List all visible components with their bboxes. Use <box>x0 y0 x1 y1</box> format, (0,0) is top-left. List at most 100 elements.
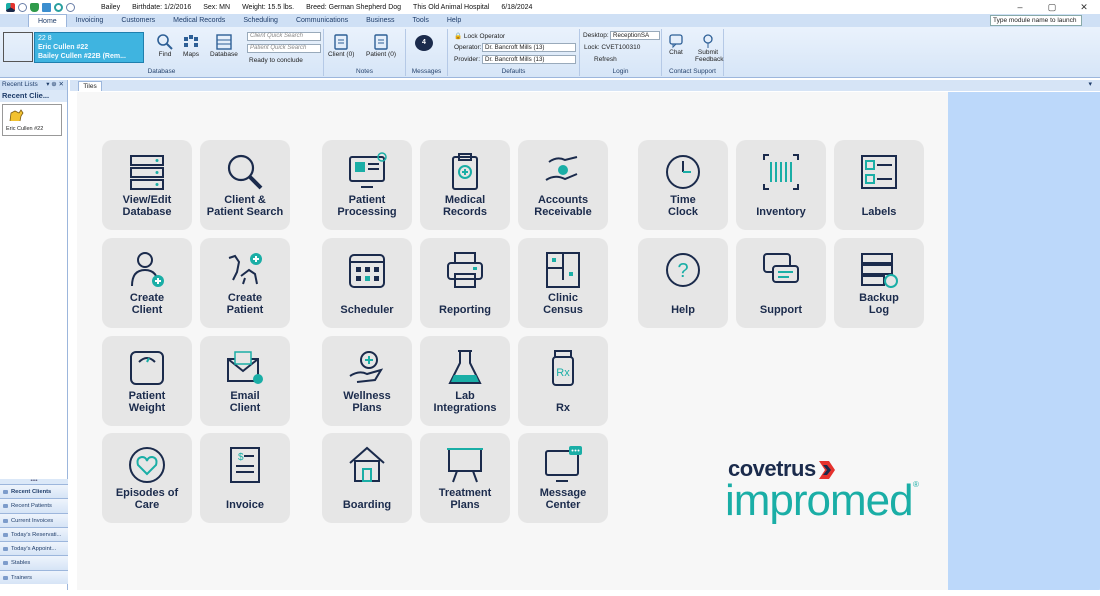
lock-operator-button[interactable]: 🔒 Lock Operator <box>454 32 505 40</box>
tile-create-client[interactable]: Create Client <box>102 238 192 328</box>
search-icon <box>157 34 173 50</box>
nav-recent-clients[interactable]: Recent Clients <box>0 483 68 499</box>
lock-station[interactable]: Lock: CVET100310 <box>584 44 640 51</box>
nav-trainers[interactable]: Trainers <box>0 569 68 584</box>
patient-breed: Breed: German Shepherd Dog <box>306 3 402 11</box>
operator-select[interactable]: Dr. Bancroft Mills (13) <box>482 43 576 52</box>
tab-invoicing[interactable]: Invoicing <box>67 14 113 27</box>
tile-medical-records[interactable]: Medical Records <box>420 140 510 230</box>
recent-client-name: Eric Cullen #22 <box>6 126 44 132</box>
tab-home[interactable]: Home <box>28 14 67 27</box>
tab-tools[interactable]: Tools <box>404 14 438 27</box>
tile-support[interactable]: Support <box>736 238 826 328</box>
svg-text:Rx: Rx <box>556 367 570 379</box>
tile-label: Message Center <box>539 487 587 511</box>
maps-icon <box>184 35 198 47</box>
client-quick-search[interactable]: Client Quick Search <box>247 32 321 41</box>
tile-scheduler[interactable]: Scheduler <box>322 238 412 328</box>
tile-label: Invoice <box>226 499 264 511</box>
tile-episodes-of-care[interactable]: Episodes of Care <box>102 433 192 523</box>
ribbon-group-contact: Chat Submit Feedback Contact Support <box>662 29 724 76</box>
tile-invoice[interactable]: $ Invoice <box>200 433 290 523</box>
messages-button[interactable]: 4 <box>415 35 433 51</box>
maximize-button[interactable]: ▢ <box>1036 0 1068 14</box>
maps-button[interactable]: Maps <box>182 33 200 58</box>
tab-customers[interactable]: Customers <box>112 14 164 27</box>
tile-help[interactable]: ? Help <box>638 238 728 328</box>
app-logo-icon[interactable] <box>6 2 15 12</box>
tab-dropdown-icon[interactable]: ▾ <box>1088 80 1092 88</box>
tab-help[interactable]: Help <box>438 14 470 27</box>
tile-create-patient[interactable]: Create Patient <box>200 238 290 328</box>
nav-todays-reservations[interactable]: Today's Reservati... <box>0 526 68 542</box>
minimize-button[interactable]: – <box>1004 0 1036 14</box>
database-label: Database <box>210 51 238 58</box>
submit-feedback-button[interactable]: Submit Feedback <box>695 33 724 63</box>
envelope-icon <box>227 351 263 384</box>
provider-select[interactable]: Dr. Bancroft Mills (13) <box>482 55 576 64</box>
tile-lab-integrations[interactable]: Lab Integrations <box>420 336 510 426</box>
desktop-label: Desktop: <box>583 32 609 39</box>
ready-to-conclude-dropdown[interactable]: Ready to conclude <box>249 57 303 64</box>
tile-reporting[interactable]: Reporting <box>420 238 510 328</box>
tab-medical-records[interactable]: Medical Records <box>164 14 234 27</box>
database-button[interactable]: Database <box>210 33 238 58</box>
tile-backup-log[interactable]: Backup Log <box>834 238 924 328</box>
menu-bar: Home Invoicing Customers Medical Records… <box>0 14 1100 27</box>
tile-view-edit-database[interactable]: View/Edit Database <box>102 140 192 230</box>
hospital-name: This Old Animal Hospital <box>413 3 490 11</box>
tile-wellness-plans[interactable]: Wellness Plans <box>322 336 412 426</box>
tile-label: Backup Log <box>859 292 899 316</box>
tab-business[interactable]: Business <box>357 14 403 27</box>
patient-notes-button[interactable]: Patient (0) <box>366 33 396 58</box>
tile-rx[interactable]: Rx Rx <box>518 336 608 426</box>
tile-client-patient-search[interactable]: Client & Patient Search <box>200 140 290 230</box>
tile-label: Create Client <box>129 292 165 316</box>
database-server-icon <box>130 155 164 190</box>
tile-label: Rx <box>555 402 571 414</box>
nav-stables[interactable]: Stables <box>0 555 68 570</box>
tile-patient-weight[interactable]: Patient Weight <box>102 336 192 426</box>
tile-time-clock[interactable]: Time Clock <box>638 140 728 230</box>
tree-icon[interactable] <box>30 2 39 12</box>
tile-accounts-receivable[interactable]: Accounts Receivable <box>518 140 608 230</box>
close-button[interactable]: ✕ <box>1068 0 1100 14</box>
tile-labels[interactable]: Labels <box>834 140 924 230</box>
tile-patient-processing[interactable]: Patient Processing <box>322 140 412 230</box>
client-notes-button[interactable]: Client (0) <box>328 33 354 58</box>
nav-todays-appointments[interactable]: Today's Appoint... <box>0 541 68 556</box>
find-button[interactable]: Find <box>156 33 174 58</box>
tile-boarding[interactable]: Boarding <box>322 433 412 523</box>
tile-inventory[interactable]: Inventory <box>736 140 826 230</box>
heart-icon[interactable] <box>66 2 75 12</box>
patient-card[interactable]: 22 8 Eric Cullen #22 Bailey Cullen #22B … <box>34 32 144 63</box>
chat-button[interactable]: Chat <box>668 33 684 56</box>
tile-label: Help <box>671 304 695 316</box>
module-launch-input[interactable]: Type module name to launch <box>990 15 1082 26</box>
patient-photo[interactable] <box>3 32 33 62</box>
clock-icon[interactable] <box>18 2 27 12</box>
tile-label: Support <box>759 304 803 316</box>
pin-icon[interactable]: ▾ ⊕ ✕ <box>46 80 64 90</box>
patient-quick-search[interactable]: Patient Quick Search <box>247 44 321 53</box>
tab-scheduling[interactable]: Scheduling <box>234 14 287 27</box>
tile-treatment-plans[interactable]: Treatment Plans <box>420 433 510 523</box>
nav-recent-patients[interactable]: Recent Patients <box>0 498 68 513</box>
refresh-button[interactable]: Refresh <box>594 56 617 63</box>
nav-current-invoices[interactable]: Current Invoices <box>0 512 68 527</box>
mail-icon[interactable] <box>42 2 51 12</box>
submit-feedback-label: Submit Feedback <box>695 49 724 63</box>
tile-clinic-census[interactable]: Clinic Census <box>518 238 608 328</box>
tile-email-client[interactable]: Email Client <box>200 336 290 426</box>
patient-card-patient: Bailey Cullen #22B (Rem... <box>38 53 126 60</box>
desktop-select[interactable]: ReceptionSA <box>610 31 660 40</box>
tab-tiles[interactable]: Tiles <box>78 81 102 91</box>
refresh-icon[interactable] <box>54 2 63 12</box>
recent-lists-title: Recent Lists <box>2 81 38 88</box>
recent-client-card[interactable]: Eric Cullen #22 <box>2 104 62 136</box>
scale-icon <box>130 351 164 385</box>
tile-message-center[interactable]: Message Center <box>518 433 608 523</box>
tile-label: Episodes of Care <box>115 487 179 511</box>
hand-plus-icon <box>349 351 384 383</box>
tab-communications[interactable]: Communications <box>287 14 357 27</box>
